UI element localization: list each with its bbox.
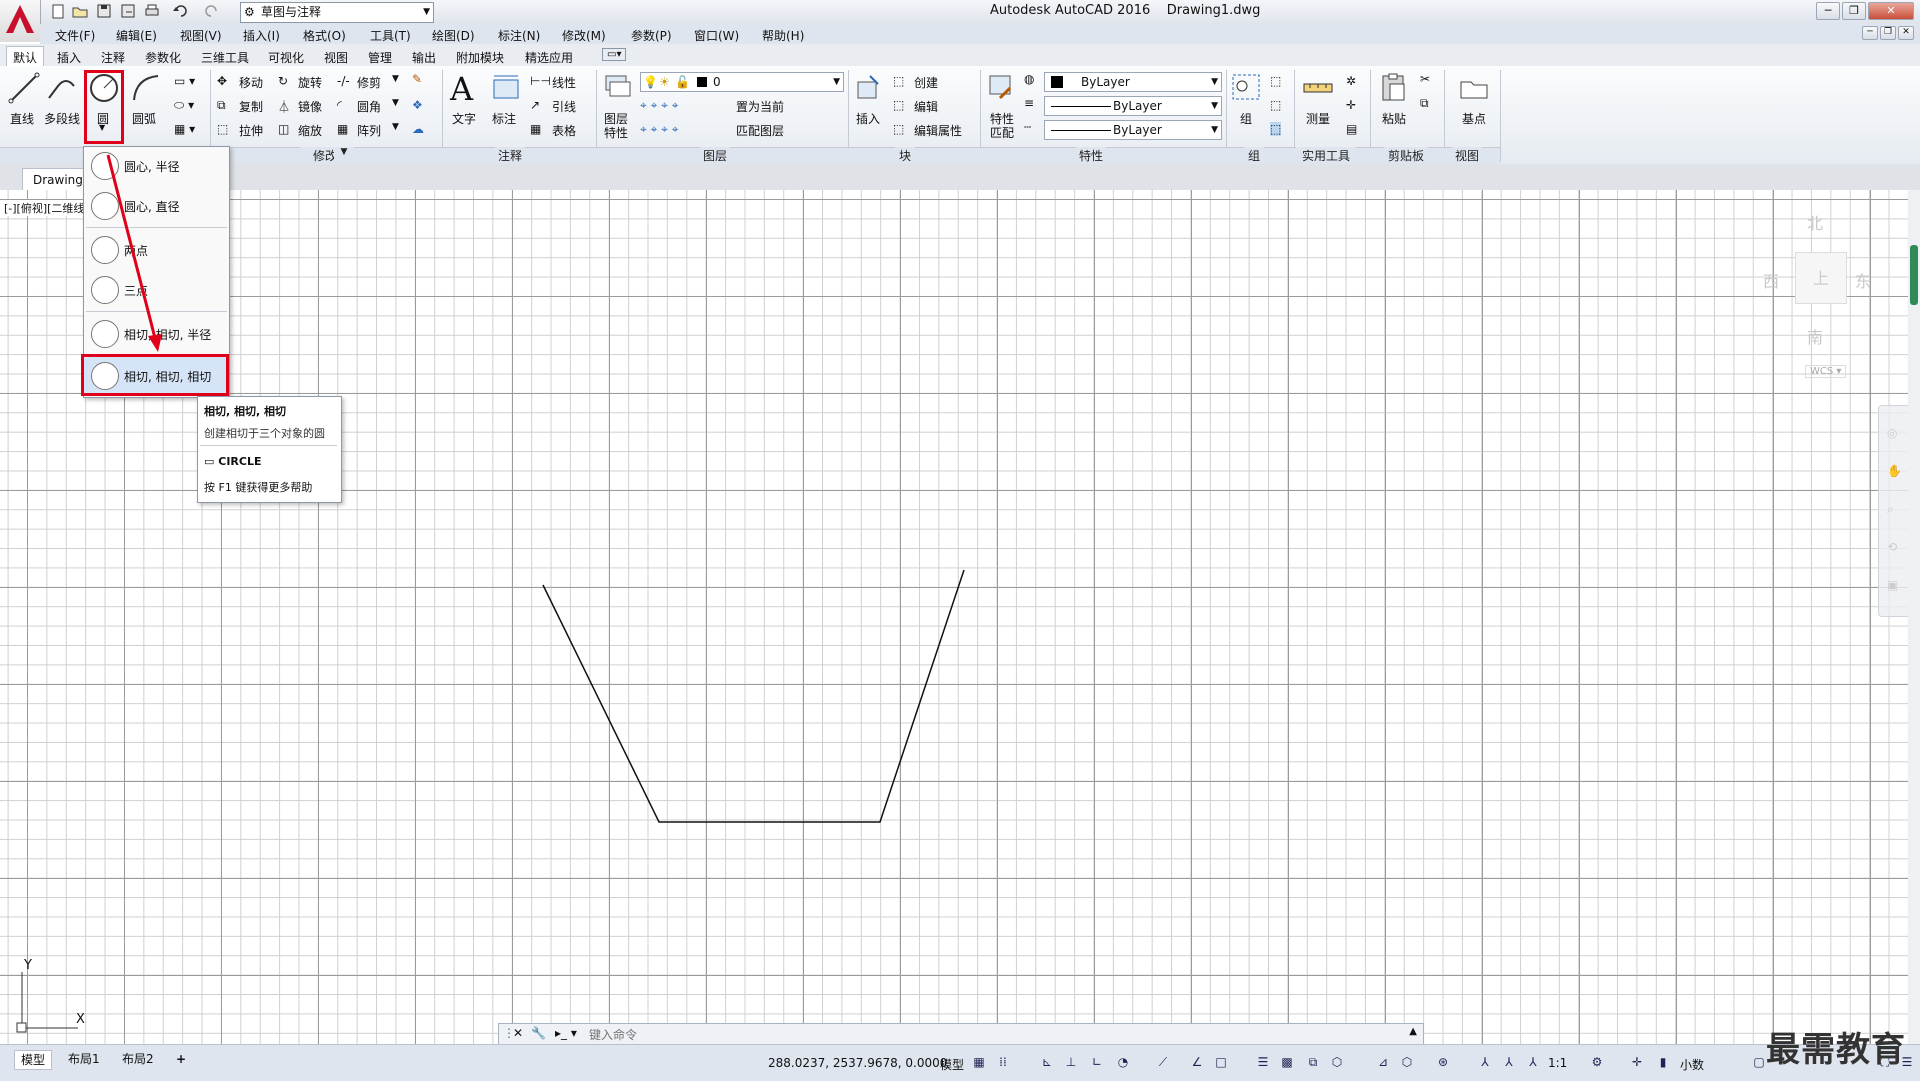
tooltip-help: 按 F1 键获得更多帮助 (204, 481, 313, 494)
polar-icon[interactable]: ◔ (1116, 1055, 1130, 1069)
annotation-visibility-icon[interactable]: ⅄ (1478, 1055, 1492, 1069)
annotation-arrow (106, 154, 162, 352)
pan-icon[interactable]: ✋ (1887, 464, 1902, 478)
annotation-monitor-icon[interactable]: ✛ (1630, 1055, 1644, 1069)
command-icon: ▭ (204, 455, 215, 468)
ucs-y-label: Y (24, 958, 32, 973)
selection-filter-icon[interactable]: ⬡ (1400, 1055, 1414, 1069)
annotation-scale-icon[interactable]: ⅄ (1526, 1055, 1540, 1069)
ortho-icon[interactable]: ∟ (1090, 1055, 1104, 1069)
selection-cycling-icon[interactable]: ⧉ (1306, 1055, 1320, 1069)
viewcube-top-face[interactable]: 上 (1795, 252, 1847, 304)
orbit-icon[interactable]: ⟲ (1887, 540, 1897, 554)
wcs-menu[interactable]: WCS ▾ (1805, 365, 1847, 378)
auto-scale-icon[interactable]: ⅄ (1502, 1055, 1516, 1069)
viewcube[interactable]: 北 西 东 南 上 WCS ▾ (1755, 200, 1875, 380)
close-cmd-icon[interactable]: ✕ (513, 1026, 523, 1040)
dynamic-input-icon[interactable]: ⊥ (1064, 1055, 1078, 1069)
showmotion-icon[interactable]: ▣ (1887, 578, 1898, 592)
command-input[interactable] (587, 1026, 1291, 1044)
lineweight-toggle-icon[interactable]: ☰ (1256, 1055, 1270, 1069)
units-icon[interactable]: ▮ (1656, 1055, 1670, 1069)
units-value[interactable]: 小数 (1680, 1056, 1704, 1073)
object-snap-tracking-icon[interactable]: ∠ (1190, 1055, 1204, 1069)
ucs-x-label: X (76, 1012, 85, 1027)
viewcube-south[interactable]: 南 (1807, 324, 1823, 348)
full-navigation-wheel-icon[interactable]: ◎ (1887, 426, 1897, 440)
transparency-icon[interactable]: ▩ (1280, 1055, 1294, 1069)
grid-icon[interactable]: ▦ (972, 1055, 986, 1069)
customize-cmd-icon[interactable]: 🔧 (531, 1026, 546, 1040)
navigation-bar: ◎ ✋ ⌕ ⟲ ▣ (1878, 405, 1910, 617)
viewcube-west[interactable]: 西 (1763, 268, 1779, 292)
3d-osnap-icon[interactable]: ⬡ (1330, 1055, 1344, 1069)
annotation-scale-value[interactable]: 1:1 (1548, 1056, 1567, 1070)
scrollbar-thumb[interactable] (1910, 245, 1918, 305)
watermark-text: 最需教育 (1766, 1030, 1906, 1070)
add-layout-icon[interactable]: + (170, 1050, 192, 1068)
infer-icon[interactable]: ⊾ (1040, 1055, 1054, 1069)
cursor-coordinates[interactable]: 288.0237, 2537.9678, 0.0000 (768, 1056, 947, 1070)
recent-commands-icon[interactable]: ▸_ ▾ (555, 1026, 577, 1040)
viewcube-east[interactable]: 东 (1855, 268, 1871, 292)
vertical-scrollbar[interactable] (1908, 190, 1920, 1044)
model-space-toggle[interactable]: 模型 (940, 1056, 964, 1073)
tooltip-command: ▭ CIRCLE (204, 455, 262, 468)
zoom-extents-icon[interactable]: ⌕ (1887, 502, 1894, 517)
drawn-polyline[interactable] (542, 569, 965, 823)
ucs-origin-icon (16, 1022, 27, 1033)
tooltip-title: 相切, 相切, 相切 (204, 405, 287, 418)
layout-tab-model[interactable]: 模型 (14, 1050, 53, 1070)
layout-tab-1[interactable]: 布局1 (62, 1050, 106, 1068)
layout-tab-2[interactable]: 布局2 (116, 1050, 160, 1068)
object-snap-icon[interactable]: □ (1214, 1055, 1228, 1069)
dynamic-ucs-icon[interactable]: ⊿ (1376, 1055, 1390, 1069)
snap-icon[interactable]: ⁞⁞ (996, 1055, 1010, 1069)
workspace-gear-icon[interactable]: ⚙ (1590, 1055, 1604, 1069)
command-tooltip: 相切, 相切, 相切 创建相切于三个对象的圆 ▭ CIRCLE 按 F1 键获得… (197, 396, 342, 503)
viewcube-north[interactable]: 北 (1807, 210, 1823, 234)
chevron-up-icon[interactable]: ▲ (1409, 1026, 1417, 1037)
quick-properties-icon[interactable]: ▢ (1752, 1055, 1766, 1069)
viewcube-top-label: 上 (1813, 269, 1830, 288)
gizmo-icon[interactable]: ⊛ (1436, 1055, 1450, 1069)
tooltip-description: 创建相切于三个对象的圆 (204, 427, 325, 440)
isodraft-icon[interactable]: ⟋ (1156, 1055, 1170, 1069)
